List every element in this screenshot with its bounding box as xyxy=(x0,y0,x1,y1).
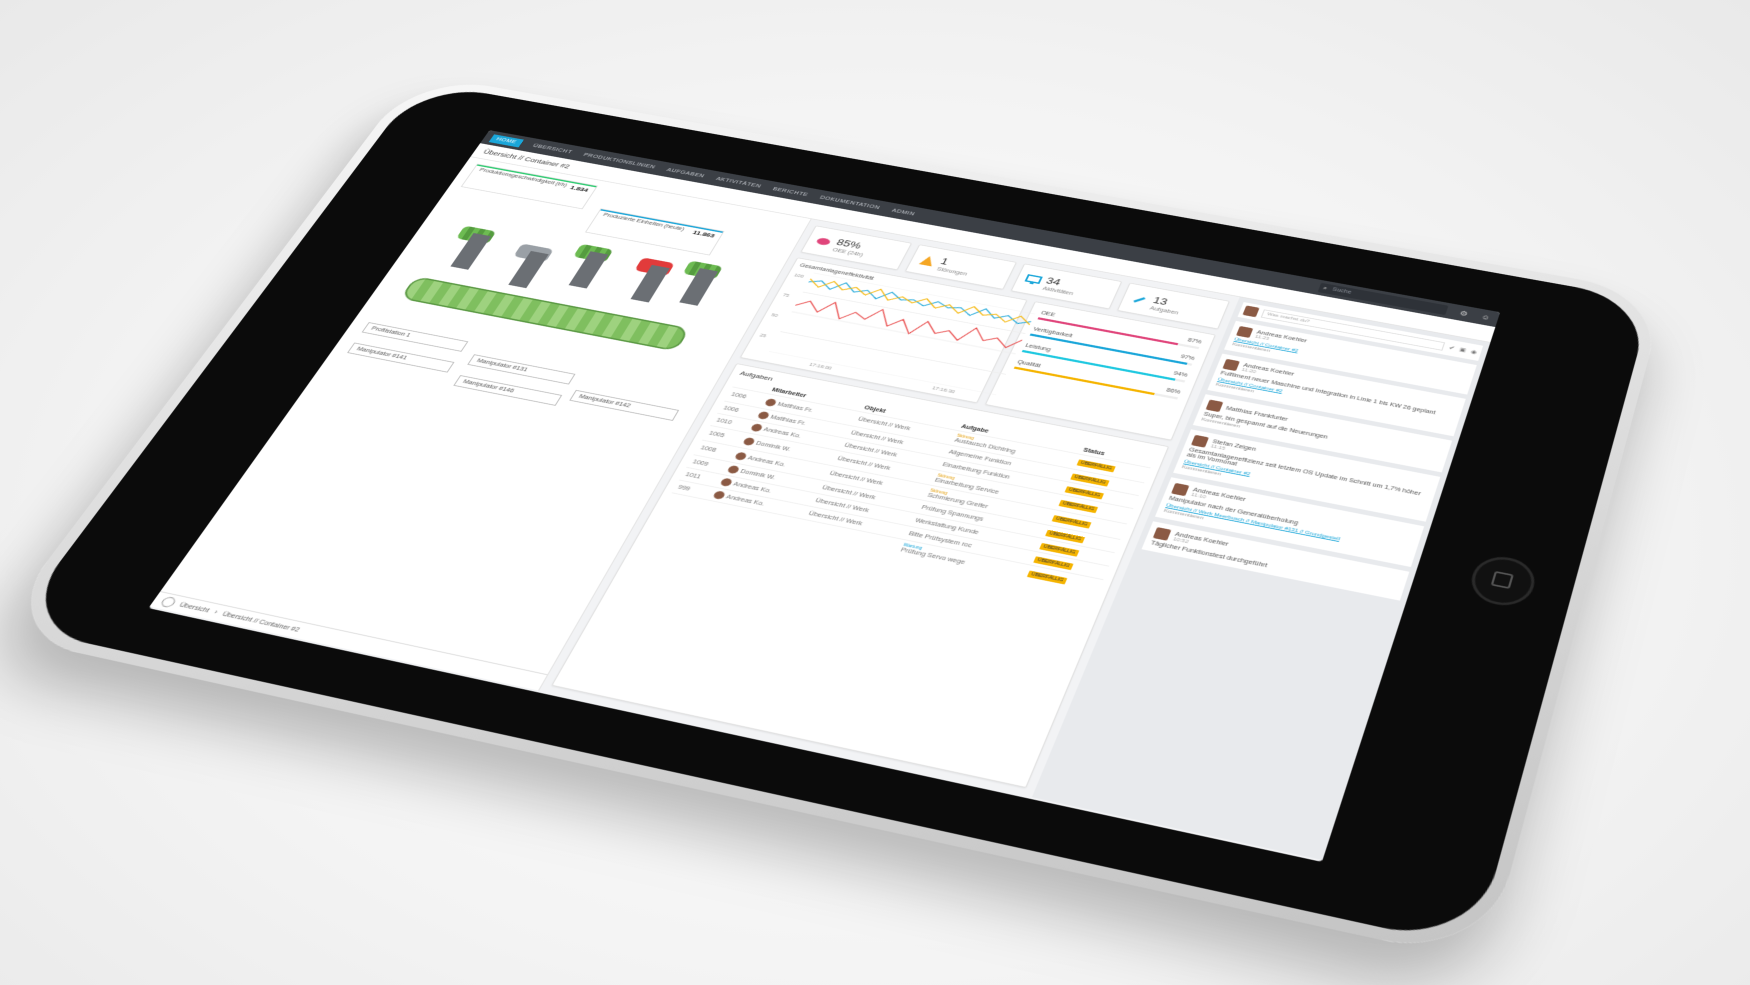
avatar xyxy=(1222,358,1240,372)
avatar xyxy=(711,490,726,500)
avatar xyxy=(1190,434,1209,448)
stat-label: Aktivitäten xyxy=(1041,285,1074,297)
oee-value: 86% xyxy=(1165,387,1182,396)
task-id[interactable]: 1010 xyxy=(715,417,733,425)
scene-background: Home Übersicht Produktionslinien Aufgabe… xyxy=(0,0,1750,985)
avatar xyxy=(741,436,756,446)
camera-icon[interactable]: ▣ xyxy=(1459,347,1467,353)
y-tick-label: 100 xyxy=(792,273,805,280)
tablet-screen: Home Übersicht Produktionslinien Aufgabe… xyxy=(148,130,1501,862)
y-tick-label: 75 xyxy=(781,293,791,299)
user-icon[interactable]: ☺ xyxy=(1480,313,1491,321)
gear-icon[interactable]: ⚙ xyxy=(1459,309,1469,318)
nav-berichte[interactable]: Berichte xyxy=(772,187,809,198)
wrench-icon xyxy=(1133,297,1146,303)
avatar xyxy=(756,410,770,420)
warning-icon xyxy=(918,254,937,267)
oee-label: OEE xyxy=(1039,310,1056,318)
stat-value: 13 xyxy=(1151,294,1170,307)
nav-aufgaben[interactable]: Aufgaben xyxy=(666,167,706,178)
brain-icon xyxy=(815,237,832,246)
task-id[interactable]: 999 xyxy=(677,484,691,492)
avatar xyxy=(763,397,778,407)
nav-admin[interactable]: Admin xyxy=(891,208,916,216)
series-line-2 xyxy=(792,294,1025,354)
task-id[interactable]: 1009 xyxy=(691,459,709,467)
avatar xyxy=(1236,325,1254,338)
task-id[interactable]: 1006 xyxy=(722,405,740,413)
status-badge: ÜBERFÄLLIG xyxy=(1026,570,1068,585)
avatar xyxy=(1242,305,1260,318)
grid-line xyxy=(792,312,1016,354)
home-circle-icon[interactable] xyxy=(159,596,178,609)
home-button[interactable] xyxy=(1465,552,1541,611)
stat-value: 1 xyxy=(938,255,951,267)
y-tick-label: 25 xyxy=(758,333,768,339)
monitor-icon xyxy=(1023,273,1043,286)
oee-value: 94% xyxy=(1172,370,1189,379)
avatar xyxy=(725,464,740,475)
tablet-device: Home Übersicht Produktionslinien Aufgabe… xyxy=(0,73,1666,964)
avatar xyxy=(718,477,733,487)
avatar xyxy=(1171,482,1190,497)
oee-value: 97% xyxy=(1179,354,1196,362)
breadcrumb-item[interactable]: Übersicht // Container #2 xyxy=(221,611,301,633)
y-tick-label: 50 xyxy=(770,313,779,319)
oee-value: 87% xyxy=(1186,337,1203,346)
task-assignee[interactable]: Dominik W. xyxy=(755,440,792,452)
task-id[interactable]: 1011 xyxy=(684,472,702,480)
robot-arm[interactable] xyxy=(492,243,557,289)
task-id[interactable]: 1008 xyxy=(699,445,717,453)
send-icon[interactable]: ✔ xyxy=(1448,345,1456,351)
stat-label: Störungen xyxy=(935,266,968,277)
x-tick-label: 17:16:30 xyxy=(931,386,956,395)
kpi-units-bar xyxy=(600,209,724,233)
avatar xyxy=(1152,527,1172,541)
avatar xyxy=(733,451,748,461)
robot-arm[interactable] xyxy=(434,225,499,271)
stat-value: 34 xyxy=(1044,274,1063,288)
avatar xyxy=(749,423,763,433)
breadcrumb: Übersicht › Übersicht // Container #2 xyxy=(149,591,548,691)
avatar xyxy=(1205,399,1224,413)
task-id[interactable]: 1006 xyxy=(730,392,748,400)
breadcrumb-item[interactable]: Übersicht xyxy=(178,602,211,614)
eye-icon[interactable]: ◉ xyxy=(1470,349,1478,355)
x-tick-label: 17:16:00 xyxy=(808,362,833,372)
tablet-bezel: Home Übersicht Produktionslinien Aufgabe… xyxy=(11,81,1653,948)
station-label[interactable]: Manipulator #142 xyxy=(569,389,680,421)
main-layout: 1.834 Produktionsgeschwindigkeit (t/h) 1… xyxy=(149,156,1491,861)
task-id[interactable]: 1005 xyxy=(708,431,726,439)
breadcrumb-separator: › xyxy=(212,609,219,616)
robot-arm[interactable] xyxy=(552,243,617,289)
